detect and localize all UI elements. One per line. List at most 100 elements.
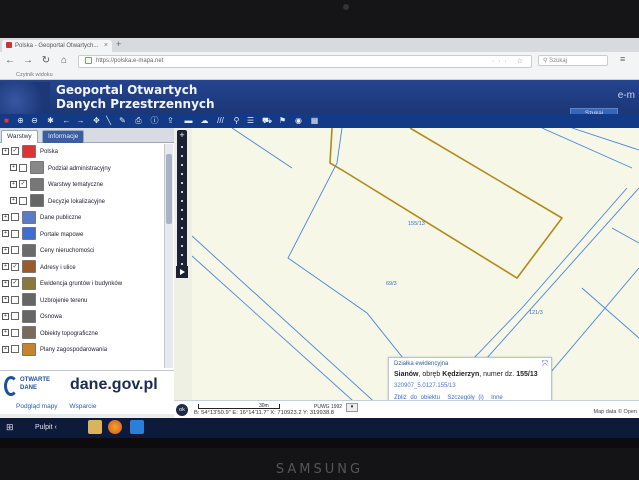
- flag-icon[interactable]: ⚑: [278, 116, 287, 125]
- url-bar[interactable]: https://polska.e-mapa.net ··· ☆: [78, 55, 532, 68]
- hatch-icon[interactable]: ///: [216, 116, 225, 125]
- database-icon[interactable]: ▦: [310, 116, 319, 125]
- expand-icon[interactable]: +: [2, 263, 9, 271]
- firefox-icon[interactable]: [108, 420, 122, 434]
- zoom-tick[interactable]: [181, 200, 183, 202]
- layer-scrollbar[interactable]: [164, 144, 173, 368]
- tab-warstwy[interactable]: Warstwy: [1, 130, 38, 143]
- layer-checkbox[interactable]: [19, 196, 27, 205]
- menu-icon[interactable]: ≡: [620, 54, 625, 64]
- layer-row[interactable]: + Dane publiczne: [2, 210, 81, 226]
- layer-checkbox[interactable]: [11, 328, 19, 337]
- zoom-tick[interactable]: [181, 155, 183, 157]
- layer-row[interactable]: + Ceny nieruchomości: [2, 243, 94, 259]
- start-icon[interactable]: ⊞: [6, 422, 17, 433]
- browser-search-input[interactable]: ⚲ Szukaj: [538, 55, 608, 66]
- car-icon[interactable]: ▬: [184, 116, 193, 125]
- desktop-label[interactable]: Pulpit ‹: [35, 422, 57, 433]
- expand-icon[interactable]: +: [2, 230, 9, 238]
- zoom-tick[interactable]: [181, 245, 183, 247]
- zoom-tick[interactable]: [181, 182, 183, 184]
- measure-line-icon[interactable]: ╲: [104, 116, 113, 125]
- zoom-plus-icon[interactable]: +: [177, 130, 187, 140]
- back-icon[interactable]: ←: [4, 54, 16, 67]
- layer-row[interactable]: + Osnowa: [2, 309, 62, 325]
- app-icon[interactable]: [130, 420, 144, 434]
- layer-row[interactable]: + Obiekty topograficzne: [2, 326, 98, 342]
- home-icon[interactable]: ⌂: [58, 54, 70, 67]
- popup-close-icon[interactable]: ⤧: [542, 359, 548, 369]
- expand-icon[interactable]: +: [2, 246, 9, 254]
- home-tool-icon[interactable]: ■: [2, 116, 11, 125]
- layer-checkbox[interactable]: [19, 163, 27, 172]
- zoom-slider[interactable]: +: [177, 130, 187, 278]
- layer-checkbox[interactable]: [11, 295, 19, 304]
- file-explorer-icon[interactable]: [88, 420, 102, 434]
- expand-icon[interactable]: +: [2, 345, 9, 353]
- tab-informacje[interactable]: Informacje: [42, 130, 85, 143]
- expand-icon[interactable]: +: [2, 329, 9, 337]
- zoom-tick[interactable]: [181, 227, 183, 229]
- zoom-in-tool-icon[interactable]: ⊕: [16, 116, 25, 125]
- footer-link-preview[interactable]: Podgląd mapy: [16, 403, 58, 410]
- reader-view-text[interactable]: Czytnik widoku: [16, 72, 53, 78]
- layer-row[interactable]: + ✓ Ewidencja gruntów i budynków: [2, 276, 122, 292]
- expand-icon[interactable]: +: [10, 164, 17, 172]
- measure-area-icon[interactable]: ✎: [118, 116, 127, 125]
- expand-icon[interactable]: +: [2, 213, 9, 221]
- zoom-tick[interactable]: [181, 173, 183, 175]
- layer-checkbox[interactable]: ✓: [11, 262, 19, 271]
- cart-icon[interactable]: ⛟: [262, 116, 272, 125]
- parcel-label-69-3[interactable]: 69/3: [386, 281, 397, 287]
- layer-row[interactable]: + Portale mapowe: [2, 227, 83, 243]
- info-tool-icon[interactable]: ⓘ: [150, 116, 159, 125]
- zoom-collapse-icon[interactable]: [176, 266, 188, 278]
- zoom-out-tool-icon[interactable]: ⊖: [30, 116, 39, 125]
- zoom-tick[interactable]: [181, 164, 183, 166]
- expand-icon[interactable]: +: [10, 180, 17, 188]
- zoom-tick[interactable]: [181, 236, 183, 238]
- layer-checkbox[interactable]: [11, 213, 19, 222]
- layer-row[interactable]: + Podział administracyjny: [10, 161, 111, 177]
- zoom-tick[interactable]: [181, 209, 183, 211]
- layer-checkbox[interactable]: ✓: [11, 279, 19, 288]
- layer-checkbox[interactable]: [11, 229, 19, 238]
- full-extent-icon[interactable]: ✱: [46, 116, 55, 125]
- next-view-icon[interactable]: →: [76, 116, 85, 125]
- print-icon[interactable]: ⎙: [134, 116, 143, 125]
- parcel-label-155-13[interactable]: 155/13: [408, 221, 425, 227]
- reload-icon[interactable]: ↻: [40, 54, 52, 67]
- layer-row[interactable]: + Uzbrojenie terenu: [2, 293, 87, 309]
- zoom-tick[interactable]: [181, 191, 183, 193]
- layer-checkbox[interactable]: [11, 345, 19, 354]
- export-icon[interactable]: ⇪: [166, 116, 175, 125]
- new-tab-icon[interactable]: +: [116, 39, 121, 49]
- expand-icon[interactable]: +: [10, 197, 17, 205]
- layer-row[interactable]: + Decyzje lokalizacyjne: [10, 194, 105, 210]
- expand-icon[interactable]: +: [2, 296, 9, 304]
- zoom-tick[interactable]: [181, 218, 183, 220]
- pan-icon[interactable]: ✥: [92, 116, 101, 125]
- ok-button[interactable]: ok: [176, 404, 188, 416]
- zoom-tick[interactable]: [181, 254, 183, 256]
- layer-checkbox[interactable]: ✓: [19, 180, 27, 189]
- browser-tab[interactable]: Polska - Geoportal Otwartych... ×: [2, 40, 112, 52]
- crs-dropdown[interactable]: ▾: [346, 403, 358, 412]
- layer-checkbox[interactable]: [11, 312, 19, 321]
- layer-row[interactable]: + ✓ Warstwy tematyczne: [10, 177, 103, 193]
- zoom-tick[interactable]: [181, 263, 183, 265]
- map-attribution[interactable]: Map data © Open: [594, 409, 638, 415]
- list-icon[interactable]: ☰: [246, 116, 255, 125]
- dane-gov-logo[interactable]: OTWARTE DANE dane.gov.pl: [0, 370, 174, 401]
- scroll-thumb[interactable]: [166, 154, 172, 224]
- layer-row[interactable]: + ✓ Adresy i ulice: [2, 260, 76, 276]
- pin-icon[interactable]: ⚲: [232, 116, 241, 125]
- layer-row[interactable]: + Plany zagospodarowania: [2, 342, 107, 358]
- footer-link-support[interactable]: Wsparcie: [69, 403, 96, 410]
- zoom-tick[interactable]: [181, 146, 183, 148]
- parcel-label-121-3[interactable]: 121/3: [529, 310, 543, 316]
- layer-row[interactable]: + ✓ Polska: [2, 144, 58, 160]
- camera-icon[interactable]: ◉: [294, 116, 303, 125]
- forward-icon[interactable]: →: [22, 54, 34, 67]
- layer-checkbox[interactable]: [11, 246, 19, 255]
